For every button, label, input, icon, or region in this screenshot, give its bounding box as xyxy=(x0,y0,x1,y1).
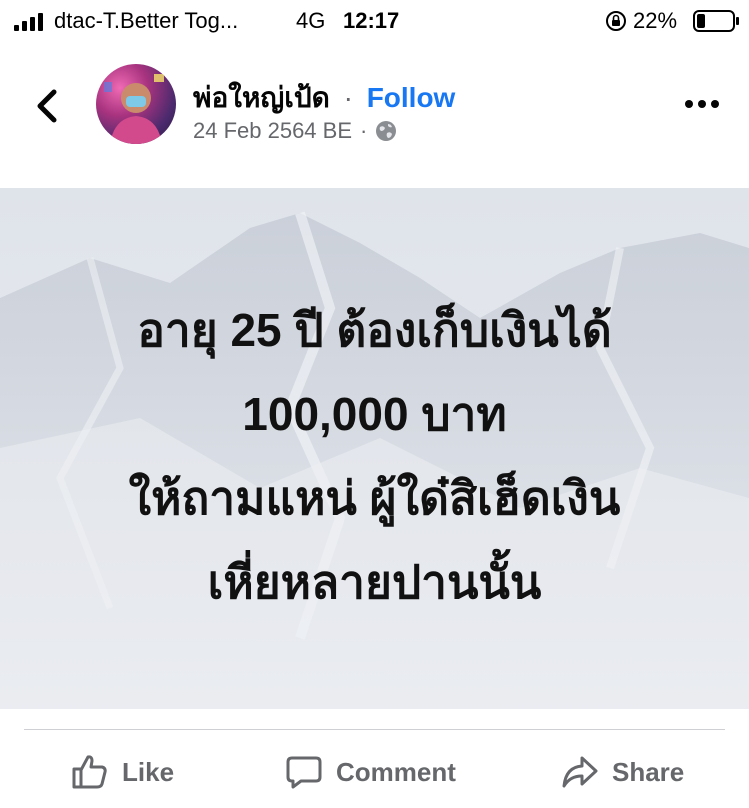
meta-separator-dot: · xyxy=(360,118,368,143)
post-meta: 24 Feb 2564 BE · xyxy=(193,118,397,144)
battery-icon xyxy=(693,10,739,32)
back-chevron-icon[interactable] xyxy=(30,86,64,126)
share-button[interactable]: Share xyxy=(560,750,684,794)
facebook-post-screen: dtac-T.Better Tog... 4G 12:17 22% พ่อใหญ… xyxy=(0,0,749,808)
more-options-icon[interactable] xyxy=(684,98,720,110)
rotation-lock-icon xyxy=(606,11,626,31)
post-date[interactable]: 24 Feb 2564 BE xyxy=(193,118,352,144)
thumbs-up-icon xyxy=(72,755,107,789)
share-label: Share xyxy=(612,756,685,787)
carrier-name: dtac-T.Better Tog... xyxy=(54,8,239,33)
comment-button[interactable]: Comment xyxy=(284,750,456,794)
author-line: พ่อใหญ่เป้ด · Follow xyxy=(193,76,455,120)
status-bar: dtac-T.Better Tog... 4G 12:17 22% xyxy=(0,0,749,44)
avatar-photo xyxy=(104,74,164,144)
globe-icon xyxy=(376,121,397,141)
follow-button[interactable]: Follow xyxy=(367,82,456,113)
post-text-line-4: เหี่ยหลายปานนั้น xyxy=(207,556,542,608)
author-avatar[interactable] xyxy=(96,64,176,144)
comment-bubble-icon xyxy=(286,756,322,789)
status-time: 12:17 xyxy=(343,8,400,33)
battery-percent: 22% xyxy=(633,8,678,33)
post-text-line-2: 100,000 บาท xyxy=(242,388,507,440)
comment-label: Comment xyxy=(336,756,456,787)
post-text-line-3: ให้ถามแหน่ ผู้ใด๋สิเฮ็ดเงิน xyxy=(128,472,621,524)
separator-dot: · xyxy=(343,82,353,113)
action-divider xyxy=(24,729,725,730)
network-type: 4G xyxy=(296,8,326,33)
post-image[interactable]: อายุ 25 ปี ต้องเก็บเงินได้ 100,000 บาท ใ… xyxy=(0,188,749,709)
post-text-line-1: อายุ 25 ปี ต้องเก็บเงินได้ xyxy=(137,304,612,356)
author-name[interactable]: พ่อใหญ่เป้ด xyxy=(193,82,330,113)
signal-strength-icon xyxy=(14,13,43,31)
like-label: Like xyxy=(122,756,175,787)
like-button[interactable]: Like xyxy=(70,750,174,794)
share-arrow-icon xyxy=(562,756,598,788)
post-text: อายุ 25 ปี ต้องเก็บเงินได้ 100,000 บาท ใ… xyxy=(0,288,749,624)
